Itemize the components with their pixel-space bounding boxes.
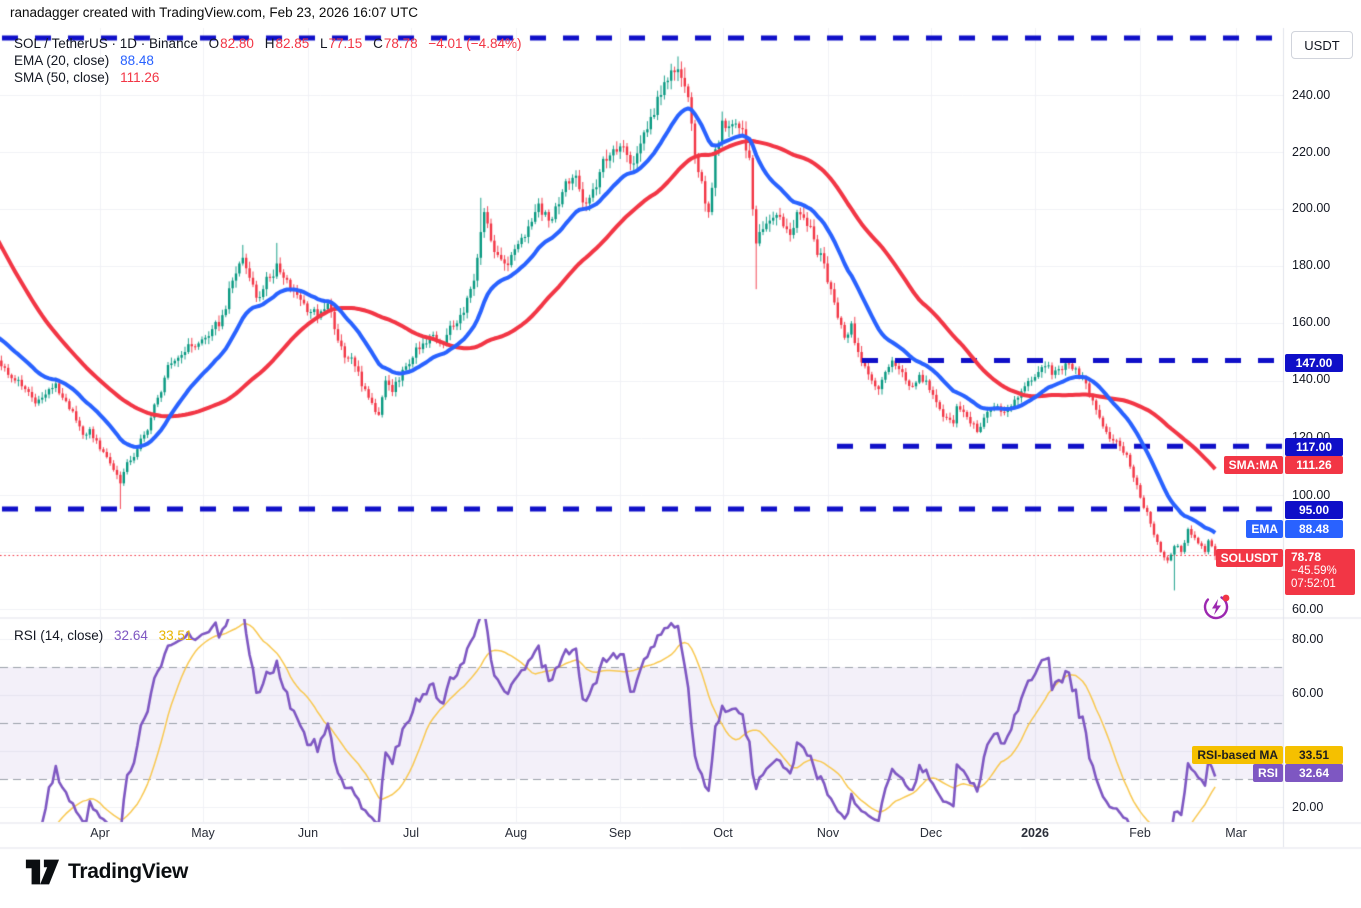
symbol-title: SOL / TetherUS · 1D · Binance: [14, 36, 198, 51]
symbol-legend[interactable]: SOL / TetherUS · 1D · Binance O82.80 H82…: [14, 36, 521, 51]
indicator-label-badge: RSI-based MA: [1192, 746, 1283, 764]
current-price: 78.78: [1291, 550, 1322, 564]
price-axis-badge: 88.48: [1285, 520, 1343, 538]
price-axis-tick: 60.00: [1292, 602, 1324, 616]
time-axis-label[interactable]: Jul: [403, 826, 419, 840]
indicator-label-badge: SMA:MA: [1223, 456, 1283, 474]
ohlc-open: O82.80: [208, 36, 254, 51]
price-axis-badge: 33.51: [1285, 746, 1343, 764]
current-drawdown-pct: −45.59%: [1291, 564, 1337, 577]
time-axis-label[interactable]: Dec: [920, 826, 942, 840]
price-axis-tick: 140.00: [1292, 372, 1331, 386]
rsi-axis-tick: 80.00: [1292, 632, 1324, 646]
price-axis-badge: 111.26: [1285, 456, 1343, 474]
time-axis-label[interactable]: Sep: [609, 826, 631, 840]
bar-countdown: 07:52:01: [1291, 578, 1336, 590]
time-axis-label[interactable]: 2026: [1021, 826, 1049, 840]
rsi-value: 32.64: [114, 628, 148, 643]
ohlc-close: C78.78: [373, 36, 418, 51]
attribution-text: ranadagger created with TradingView.com,…: [10, 5, 418, 20]
price-axis-badge: 95.00: [1285, 501, 1343, 519]
price-axis-tick: 100.00: [1292, 488, 1331, 502]
ema-legend[interactable]: EMA (20, close) 88.48: [14, 53, 154, 68]
tradingview-snapshot: { "attribution": "ranadagger created wit…: [0, 0, 1361, 908]
price-axis-tick: 240.00: [1292, 88, 1331, 102]
time-axis-label[interactable]: Aug: [505, 826, 527, 840]
price-axis-tick: 200.00: [1292, 201, 1331, 215]
ema-value: 88.48: [120, 53, 154, 68]
price-axis-badge: 147.00: [1285, 354, 1343, 372]
rsi-axis-tick: 60.00: [1292, 686, 1324, 700]
currency-axis-button[interactable]: USDT: [1291, 31, 1353, 59]
price-axis-tick: 220.00: [1292, 145, 1331, 159]
rsi-axis-tick: 20.00: [1292, 800, 1324, 814]
ohlc-high: H82.85: [264, 36, 310, 51]
indicator-label-badge: EMA: [1246, 520, 1283, 538]
flash-events-icon[interactable]: [1202, 591, 1232, 621]
time-axis-label[interactable]: Apr: [90, 826, 109, 840]
bar-change: −4.01 (−4.84%): [428, 36, 522, 51]
candlestick-chart-canvas[interactable]: [0, 0, 1361, 908]
price-axis-badge: 32.64: [1285, 764, 1343, 782]
sma-legend[interactable]: SMA (50, close) 111.26: [14, 70, 159, 85]
time-axis-label[interactable]: Oct: [713, 826, 732, 840]
time-axis-label[interactable]: May: [191, 826, 215, 840]
price-axis-tick: 160.00: [1292, 315, 1331, 329]
indicator-label-badge: RSI: [1252, 764, 1283, 782]
time-axis-label[interactable]: Mar: [1225, 826, 1247, 840]
price-axis-tick: 180.00: [1292, 258, 1331, 272]
time-axis-label[interactable]: Nov: [817, 826, 839, 840]
rsi-ma-value: 33.51: [158, 628, 193, 643]
rsi-legend[interactable]: RSI (14, close) 32.64 33.51: [14, 628, 192, 643]
indicator-label-badge: SOLUSDT: [1215, 549, 1283, 567]
price-axis-badge: 117.00: [1285, 438, 1343, 456]
tradingview-logo-mark: [25, 859, 60, 885]
current-price-axis-box: 78.78 −45.59% 07:52:01: [1285, 549, 1355, 595]
tradingview-logo[interactable]: TradingView: [24, 858, 188, 886]
time-axis-label[interactable]: Jun: [298, 826, 318, 840]
tradingview-logo-text: TradingView: [68, 860, 189, 883]
ohlc-low: L77.15: [320, 36, 363, 51]
sma-value: 111.26: [120, 70, 160, 85]
time-axis-label[interactable]: Feb: [1129, 826, 1151, 840]
